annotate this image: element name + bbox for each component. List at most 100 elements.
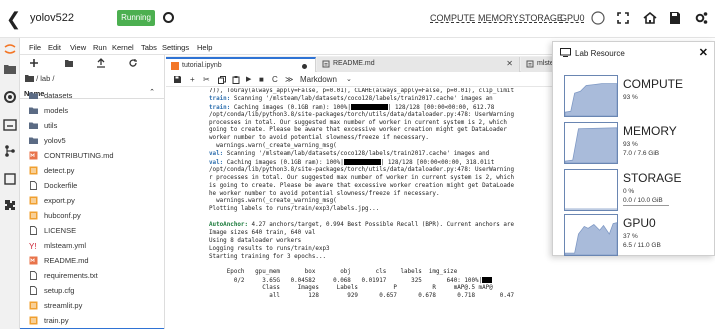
storage-link[interactable]: STORAGE bbox=[519, 13, 563, 23]
output-text: Caching images (0.1GB ram): 100%| bbox=[223, 160, 344, 167]
panel-header: Lab Resource ✕ bbox=[553, 42, 714, 64]
settings-icon[interactable] bbox=[693, 10, 709, 26]
panel-title: Lab Resource bbox=[575, 49, 625, 58]
file-item-label: setup.cfg bbox=[44, 286, 75, 295]
copy-icon[interactable] bbox=[218, 76, 226, 84]
file-item-models[interactable]: models bbox=[20, 103, 164, 118]
lab-resource-panel: Lab Resource ✕ COMPUTE 93 % MEMORY 93 % … bbox=[552, 41, 715, 256]
gpu0-link[interactable]: GPU0 bbox=[560, 13, 585, 23]
tab-label: README.md bbox=[333, 60, 375, 67]
output-line: Class Images Labels P R mAP@.5 mAP@ bbox=[209, 285, 493, 292]
jupyter-logo-icon bbox=[4, 44, 16, 54]
file-item-setup-cfg[interactable]: setup.cfg bbox=[20, 283, 164, 298]
resource-percent: 0 % bbox=[623, 188, 635, 195]
markdown-file-icon bbox=[29, 151, 38, 160]
close-icon[interactable]: ✕ bbox=[699, 46, 708, 59]
folder-icon bbox=[29, 106, 38, 115]
file-item-dockerfile[interactable]: Dockerfile bbox=[20, 178, 164, 193]
folder-icon[interactable] bbox=[3, 62, 17, 76]
output-line: all 128 929 0.657 0.678 0.718 0.47 bbox=[209, 293, 514, 300]
back-button[interactable]: ❮ bbox=[6, 10, 21, 28]
file-item-streamlit-py[interactable]: streamlit.py bbox=[20, 298, 164, 313]
unsaved-dot-icon[interactable] bbox=[302, 64, 307, 69]
menu-edit[interactable]: Edit bbox=[48, 43, 61, 52]
file-item-readme-md[interactable]: README.md bbox=[20, 253, 164, 268]
file-item-datasets[interactable]: datasets bbox=[20, 88, 164, 103]
menu-settings[interactable]: Settings bbox=[162, 43, 189, 52]
file-item-label: streamlit.py bbox=[44, 301, 83, 310]
cell-type-select[interactable]: Markdown bbox=[300, 75, 337, 84]
tab-readme-md[interactable]: README.md ✕ bbox=[317, 57, 520, 72]
file-item-label: export.py bbox=[44, 196, 75, 205]
python-file-icon bbox=[29, 301, 38, 310]
file-item-mlsteam-yml[interactable]: Y! mlsteam.yml bbox=[20, 238, 164, 253]
file-item-detect-py[interactable]: detect.py bbox=[20, 163, 164, 178]
progress-bar bbox=[350, 103, 388, 110]
close-icon[interactable]: ✕ bbox=[506, 59, 513, 68]
home-icon[interactable] bbox=[642, 10, 658, 26]
git-icon[interactable] bbox=[3, 144, 17, 158]
resource-percent: 93 % bbox=[623, 94, 638, 101]
output-text: | 128/128 [00:00<00:00, 318.01it bbox=[380, 160, 495, 167]
menu-kernel[interactable]: Kernel bbox=[112, 43, 134, 52]
file-item-hubconf-py[interactable]: hubconf.py bbox=[20, 208, 164, 223]
file-icon bbox=[29, 226, 38, 235]
yaml-file-icon bbox=[526, 60, 534, 68]
divider bbox=[623, 205, 669, 206]
refresh-icon[interactable] bbox=[128, 58, 138, 68]
file-item-label: CONTRIBUTING.md bbox=[44, 151, 114, 160]
extensions-icon[interactable] bbox=[3, 198, 17, 212]
fullscreen-icon[interactable] bbox=[615, 10, 631, 26]
restart-icon[interactable]: C bbox=[272, 75, 278, 84]
new-folder-icon[interactable] bbox=[64, 58, 74, 68]
folder-icon bbox=[29, 91, 38, 100]
file-item-label: requirements.txt bbox=[44, 271, 98, 280]
add-cell-icon[interactable]: + bbox=[190, 75, 195, 84]
file-item-license[interactable]: LICENSE bbox=[20, 223, 164, 238]
file-item-train-py[interactable]: train.py bbox=[20, 313, 164, 328]
file-item-label: train.py bbox=[44, 316, 69, 325]
file-item-yolov5[interactable]: yolov5 bbox=[20, 133, 164, 148]
file-item-export-py[interactable]: export.py bbox=[20, 193, 164, 208]
save-icon[interactable] bbox=[667, 10, 683, 26]
tab-tutorial-ipynb[interactable]: tutorial.ipynb bbox=[166, 57, 316, 72]
file-item-label: mlsteam.yml bbox=[44, 241, 87, 250]
file-item-utils[interactable]: utils bbox=[20, 118, 164, 133]
output-text: 0/2 3.65G 0.04582 0.068 0.01917 325 640:… bbox=[209, 278, 483, 285]
file-item-label: hubconf.py bbox=[44, 211, 81, 220]
menu-run[interactable]: Run bbox=[93, 43, 107, 52]
file-item-label: Dockerfile bbox=[44, 181, 78, 190]
menu-view[interactable]: View bbox=[70, 43, 86, 52]
menu-help[interactable]: Help bbox=[197, 43, 212, 52]
tabs-icon[interactable] bbox=[3, 172, 17, 186]
progress-bar bbox=[343, 159, 381, 166]
stop-icon[interactable]: ■ bbox=[259, 75, 264, 84]
file-icon bbox=[29, 286, 38, 295]
command-palette-icon[interactable] bbox=[3, 118, 17, 132]
file-icon bbox=[29, 271, 38, 280]
run-icon[interactable]: ▶ bbox=[246, 75, 251, 83]
file-item-label: models bbox=[44, 106, 69, 115]
output-text: 4.27 anchors/target, 0.994 Best Possible… bbox=[248, 222, 515, 229]
file-item-requirements-txt[interactable]: requirements.txt bbox=[20, 268, 164, 283]
memory-link[interactable]: MEMORY bbox=[478, 13, 518, 23]
new-launcher-icon[interactable] bbox=[29, 58, 39, 68]
compute-link[interactable]: COMPUTE bbox=[430, 13, 475, 23]
cut-icon[interactable]: ✂ bbox=[203, 75, 210, 84]
output-text: Scanning '/mlsteam/lab/datasets/coco128/… bbox=[230, 95, 493, 102]
menu-file[interactable]: File bbox=[29, 43, 41, 52]
upload-icon[interactable] bbox=[96, 58, 106, 68]
menu-tabs[interactable]: Tabs bbox=[141, 43, 157, 52]
running-kernels-icon[interactable] bbox=[3, 90, 17, 104]
chevron-down-icon[interactable]: ⌄ bbox=[346, 75, 352, 83]
file-item-label: utils bbox=[44, 121, 58, 130]
resource-detail: 7.0 / 7.6 GiB bbox=[623, 150, 660, 157]
top-bar: ❮ yolov522 Running COMPUTE MEMORY STORAG… bbox=[0, 0, 715, 38]
fast-forward-icon[interactable]: ≫ bbox=[285, 75, 293, 84]
file-item-contributing-md[interactable]: CONTRIBUTING.md bbox=[20, 148, 164, 163]
save-icon[interactable] bbox=[173, 75, 182, 84]
paste-icon[interactable] bbox=[232, 76, 240, 84]
breadcrumb-path[interactable]: / lab / bbox=[36, 74, 54, 83]
activity-bar bbox=[0, 38, 20, 329]
